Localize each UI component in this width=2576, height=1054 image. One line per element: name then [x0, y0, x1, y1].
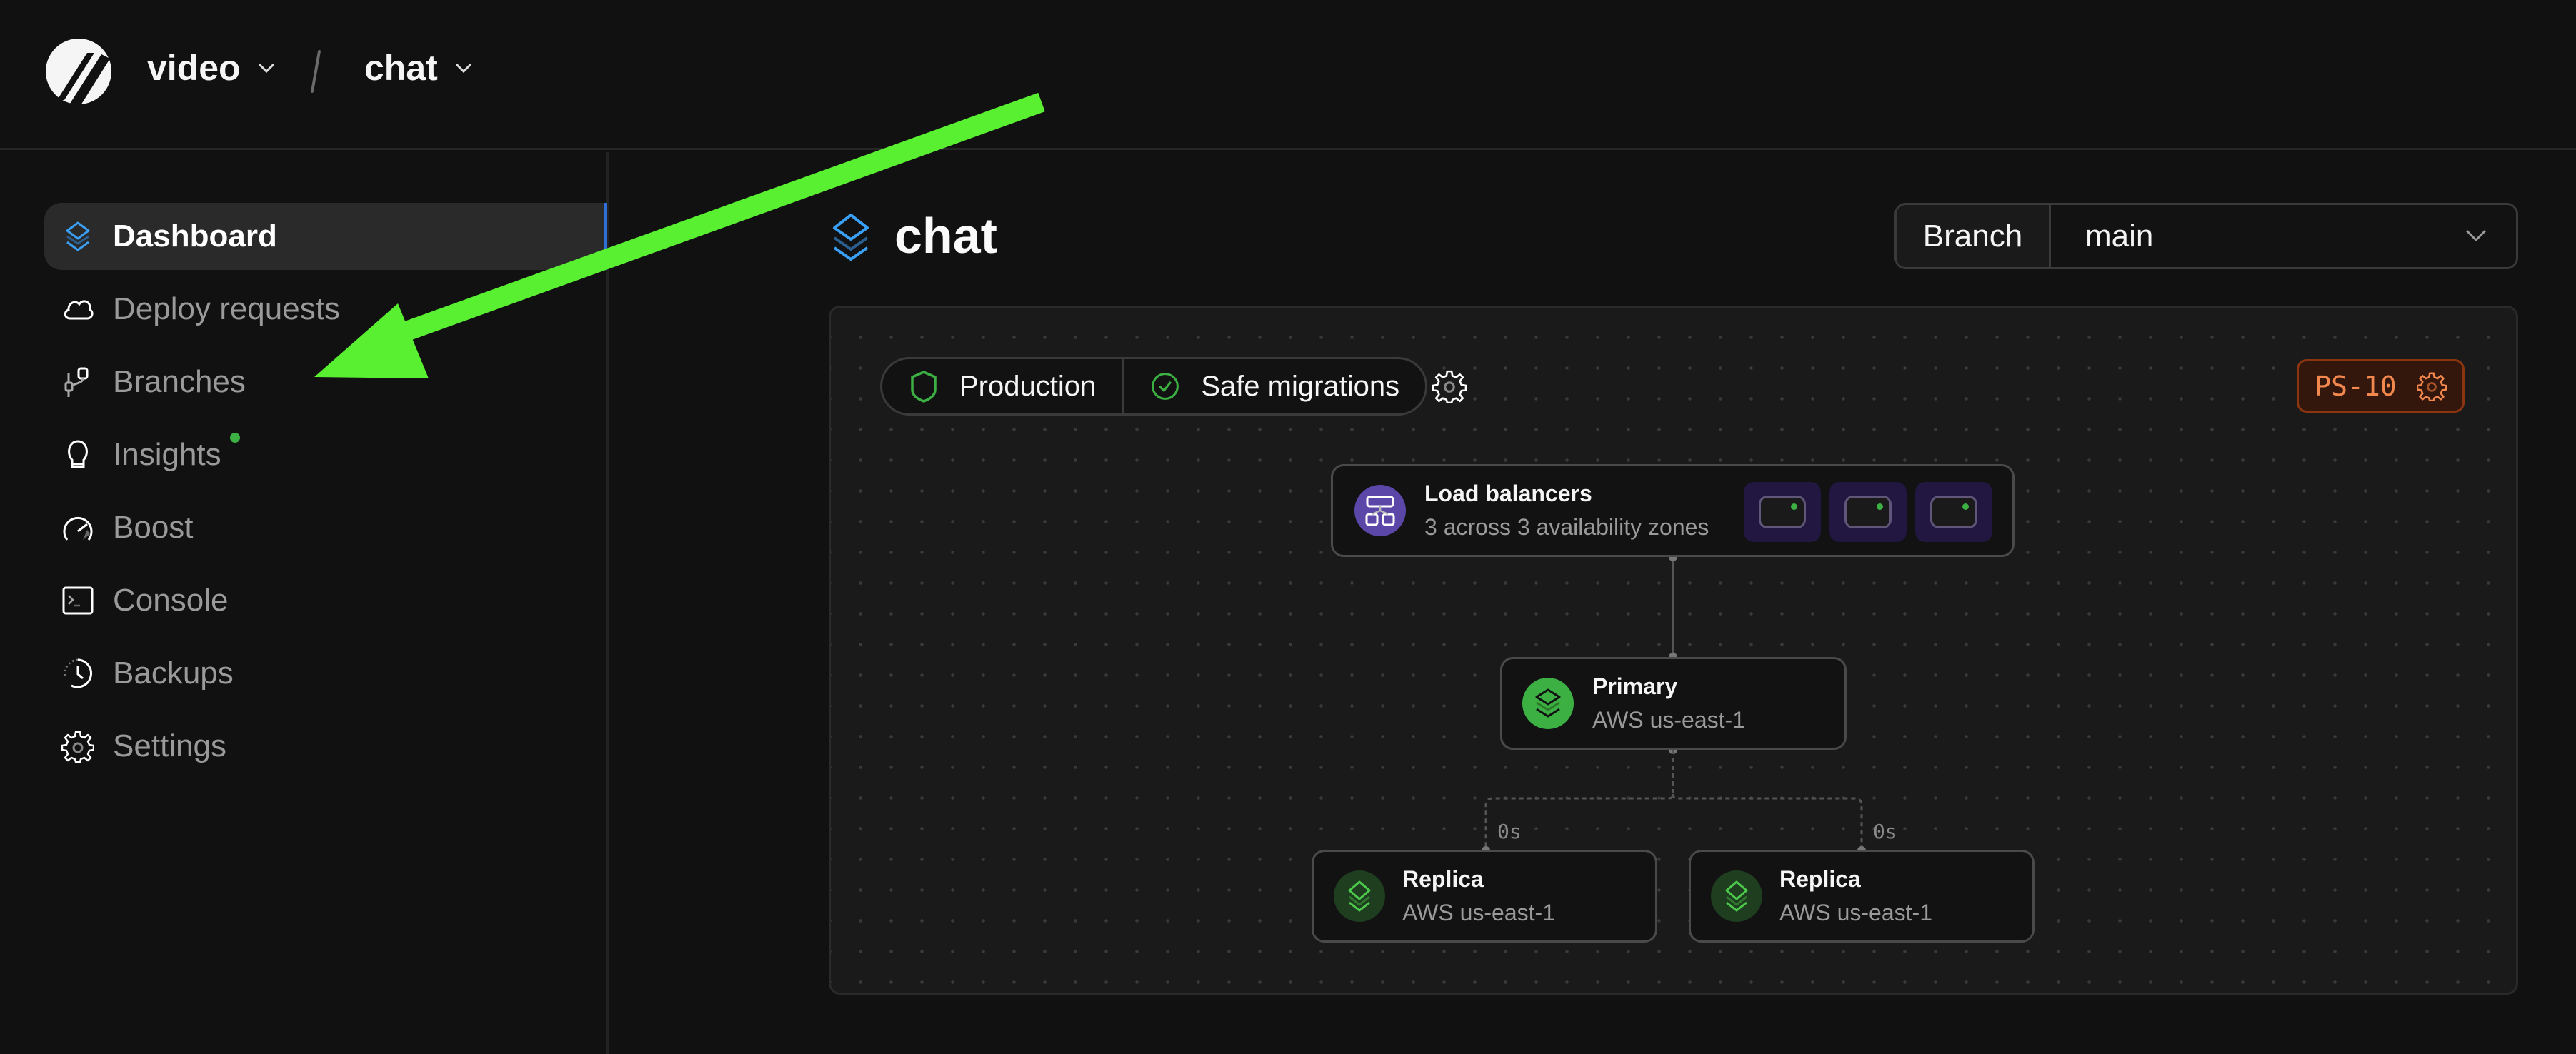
node-title: Load balancers: [1424, 481, 1592, 506]
availability-zone: [1744, 482, 1821, 542]
sidebar-item-label: Branches: [113, 364, 246, 399]
lb-instance-status-icon: [1930, 496, 1977, 528]
page-title-text: chat: [894, 208, 997, 264]
branch-dropdown[interactable]: main: [2051, 205, 2516, 267]
node-title: Replica: [1779, 866, 1861, 892]
chevron-down-icon: [455, 63, 471, 74]
node-subtitle: AWS us-east-1: [1592, 707, 1745, 733]
sidebar-item-label: Deploy requests: [113, 291, 340, 326]
sidebar-item-console[interactable]: Console: [44, 567, 607, 634]
terminal-icon: [62, 586, 94, 615]
node-title: Replica: [1402, 866, 1484, 892]
sidebar-item-label: Settings: [113, 728, 226, 763]
sidebar-item-settings[interactable]: Settings: [44, 713, 607, 780]
shield-icon: [911, 371, 937, 403]
replica-node[interactable]: Replica AWS us-east-1: [1312, 850, 1657, 943]
database-name: chat: [364, 48, 438, 88]
sidebar-item-boost[interactable]: Boost: [44, 494, 607, 561]
node-subtitle: AWS us-east-1: [1779, 900, 1932, 925]
production-pill[interactable]: Production: [882, 359, 1122, 413]
replica-database-icon: [1711, 870, 1762, 922]
org-switcher[interactable]: video: [147, 47, 276, 89]
availability-zones: [1744, 482, 1992, 542]
check-circle-icon: [1152, 373, 1179, 400]
database-switcher[interactable]: chat: [364, 47, 474, 89]
layers-icon: [66, 221, 90, 251]
cluster-size-badge[interactable]: PS-10: [2297, 359, 2465, 413]
database-layers-icon: [833, 214, 869, 261]
node-text: Load balancers 3 across 3 availability z…: [1424, 481, 1709, 541]
chevron-down-icon: [258, 63, 274, 74]
gear-icon: [61, 731, 94, 763]
availability-zone: [1829, 482, 1907, 542]
gear-icon: [2416, 371, 2447, 401]
database-settings-gear-icon[interactable]: [1432, 369, 1467, 403]
pill-label: Safe migrations: [1201, 370, 1400, 402]
sidebar: Dashboard Deploy requests Branches Insig…: [0, 152, 609, 1054]
availability-zone: [1915, 482, 1992, 542]
lb-instance-status-icon: [1844, 496, 1892, 528]
primary-node[interactable]: Primary AWS us-east-1: [1500, 657, 1847, 750]
cloud-icon: [64, 300, 94, 320]
chevron-down-icon: [2465, 229, 2487, 242]
lightbulb-icon: [68, 440, 88, 468]
org-name: video: [147, 48, 241, 88]
replica-lag-label: 0s: [1873, 820, 1897, 843]
sidebar-item-insights[interactable]: Insights: [44, 421, 607, 488]
cluster-size-label: PS-10: [2315, 370, 2397, 402]
primary-database-icon: [1522, 678, 1574, 729]
sidebar-item-label: Insights: [113, 437, 221, 472]
sidebar-item-label: Dashboard: [113, 219, 277, 254]
node-title: Primary: [1592, 673, 1678, 699]
branch-value: main: [2085, 218, 2154, 254]
branch-icon: [64, 367, 89, 397]
pill-label: Production: [959, 370, 1097, 402]
branch-label: Branch: [1897, 205, 2051, 267]
new-indicator-dot: [230, 433, 240, 443]
replica-database-icon: [1334, 870, 1385, 922]
node-text: Replica AWS us-east-1: [1779, 866, 1932, 926]
sidebar-item-label: Backups: [113, 656, 234, 691]
sidebar-item-backups[interactable]: Backups: [44, 640, 607, 707]
breadcrumb-separator: [310, 50, 321, 93]
sidebar-item-dashboard[interactable]: Dashboard: [44, 203, 607, 270]
clock-icon: [64, 658, 92, 688]
node-text: Replica AWS us-east-1: [1402, 866, 1555, 926]
sidebar-item-deploy-requests[interactable]: Deploy requests: [44, 276, 607, 343]
sidebar-item-label: Console: [113, 583, 229, 618]
node-subtitle: 3 across 3 availability zones: [1424, 514, 1709, 540]
sidebar-item-branches[interactable]: Branches: [44, 348, 607, 416]
speedometer-icon: [63, 516, 93, 541]
page-title: chat: [830, 207, 997, 264]
load-balancer-icon: [1354, 485, 1406, 536]
safe-migrations-pill[interactable]: Safe migrations: [1122, 359, 1425, 413]
top-bar: video chat: [0, 0, 2576, 150]
lb-instance-status-icon: [1759, 496, 1806, 528]
node-text: Primary AWS us-east-1: [1592, 673, 1745, 733]
replica-node[interactable]: Replica AWS us-east-1: [1689, 850, 2035, 943]
sidebar-item-label: Boost: [113, 510, 194, 545]
logo-icon[interactable]: [44, 37, 113, 106]
replica-lag-label: 0s: [1497, 820, 1522, 843]
node-subtitle: AWS us-east-1: [1402, 900, 1555, 925]
load-balancers-node[interactable]: Load balancers 3 across 3 availability z…: [1331, 464, 2015, 557]
database-status-pills: Production Safe migrations: [880, 357, 1428, 416]
branch-selector[interactable]: Branch main: [1894, 203, 2518, 269]
